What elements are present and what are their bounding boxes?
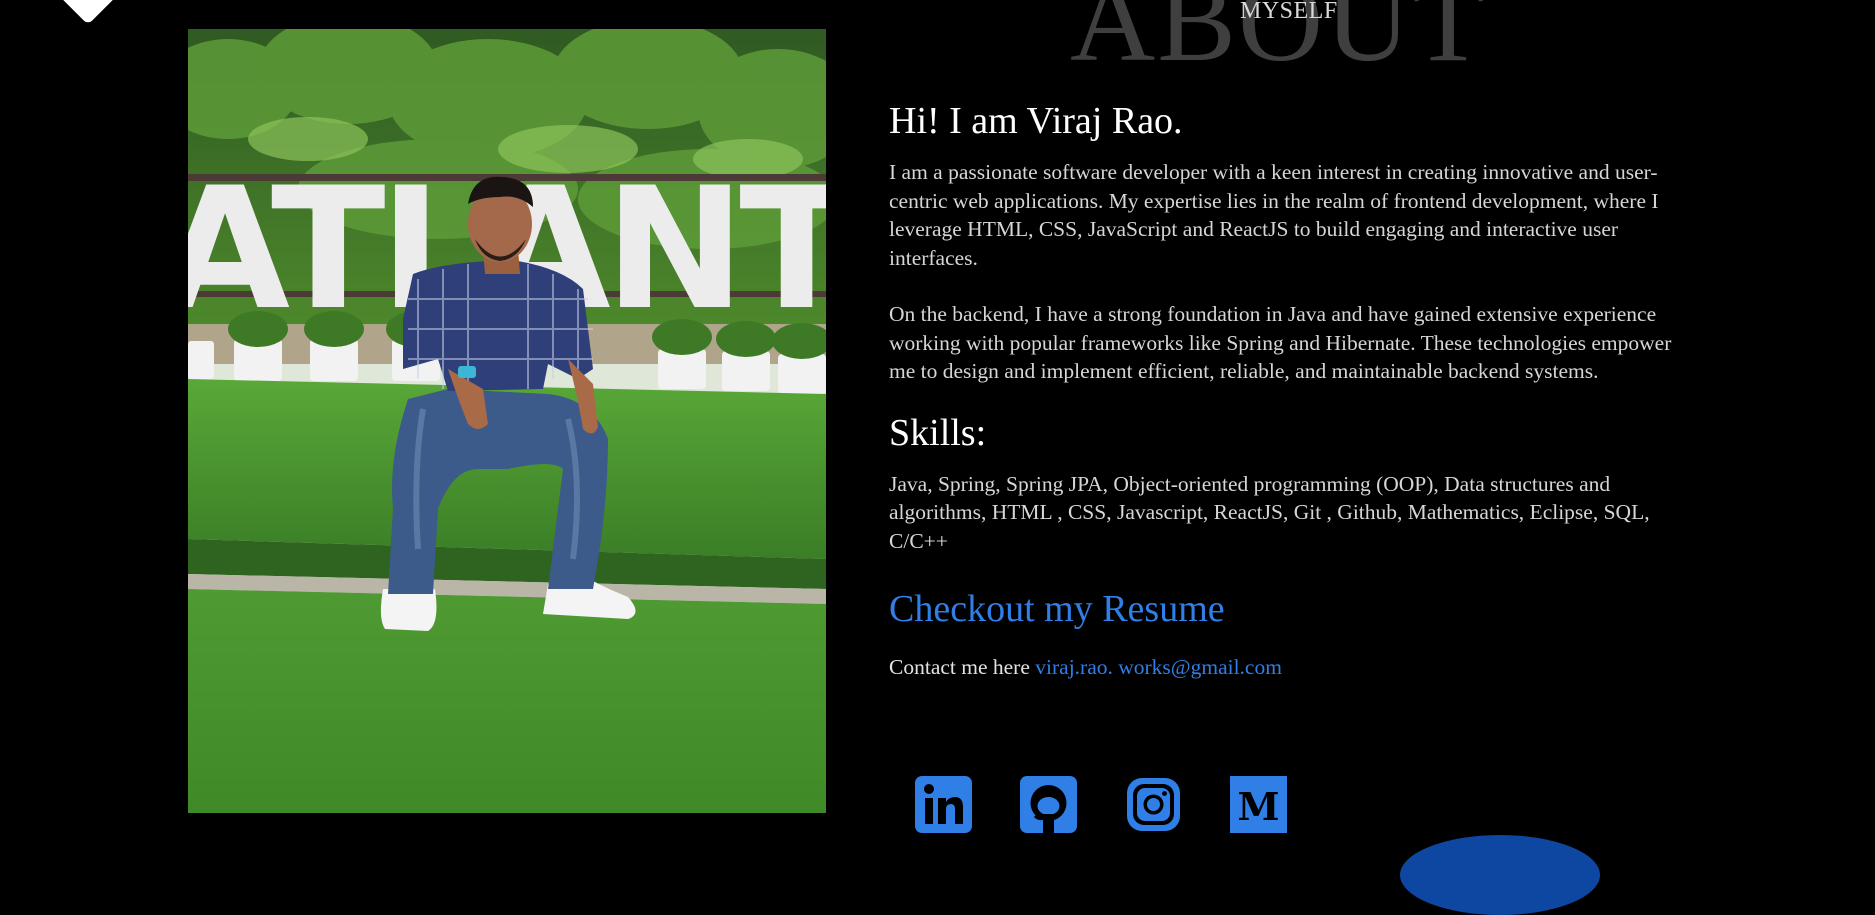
contact-prefix: Contact me here — [889, 655, 1030, 679]
linkedin-icon — [915, 776, 972, 833]
section-heading-label: MYSELF — [1240, 0, 1338, 24]
github-icon — [1020, 776, 1077, 833]
corner-badge[interactable] — [51, 0, 125, 25]
about-paragraph-backend: On the backend, I have a strong foundati… — [889, 302, 1672, 383]
skills-heading: Skills: — [889, 411, 987, 454]
instagram-icon — [1127, 778, 1180, 831]
medium-link[interactable]: M — [1230, 776, 1287, 833]
about-paragraph-frontend: I am a passionate software developer wit… — [889, 160, 1659, 270]
about-content: Hi! I am Viraj Rao. I am a passionate so… — [889, 96, 1689, 681]
decorative-blob — [1400, 835, 1600, 915]
contact-line: Contact me here viraj.rao. works@gmail.c… — [889, 653, 1689, 681]
github-link[interactable] — [1020, 776, 1077, 833]
instagram-link[interactable] — [1125, 776, 1182, 833]
linkedin-link[interactable] — [915, 776, 972, 833]
greeting-heading: Hi! I am Viraj Rao. — [889, 100, 1183, 142]
section-heading: ABOUT MYSELF — [1070, 0, 1505, 80]
resume-link[interactable]: Checkout my Resume — [889, 585, 1225, 633]
profile-photo: ATLANT — [188, 29, 826, 813]
email-link[interactable]: viraj.rao. works@gmail.com — [1035, 655, 1282, 679]
social-links: M — [915, 776, 1287, 833]
skills-list: Java, Spring, Spring JPA, Object-oriente… — [889, 471, 1650, 553]
medium-icon: M — [1230, 776, 1287, 833]
medium-glyph: M — [1237, 784, 1279, 829]
